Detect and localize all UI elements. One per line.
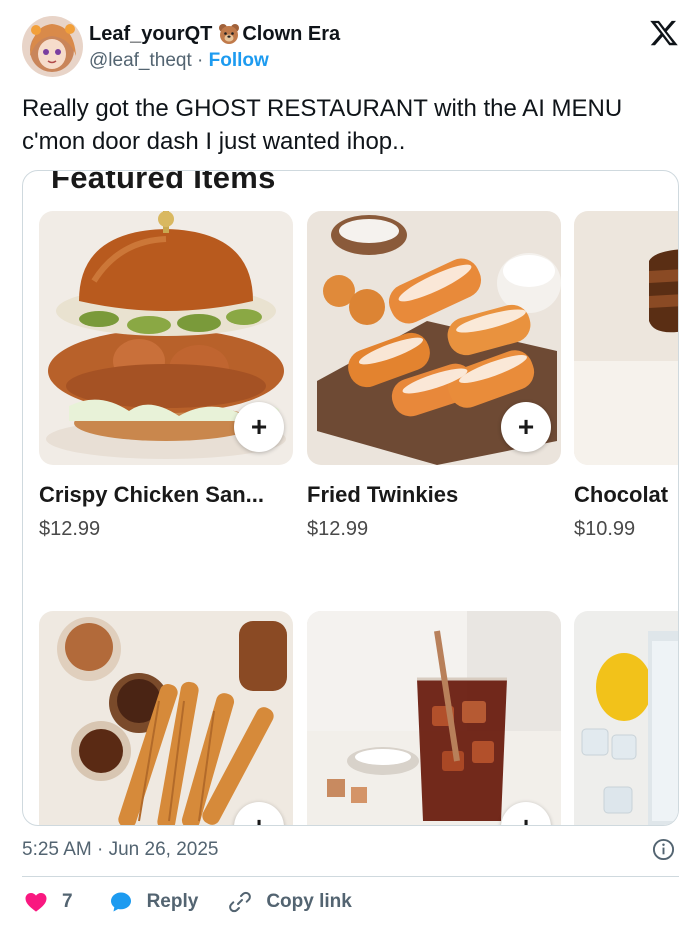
author-handle[interactable]: @leaf_theqt [89, 50, 192, 71]
author-name[interactable]: Leaf_yourQT ⁠Clown Era⁠ [89, 22, 340, 46]
speech-bubble-icon [110, 892, 131, 912]
avatar[interactable] [22, 16, 83, 77]
menu-item-price: $10.99 [574, 518, 636, 540]
post-header: Leaf_yourQT ⁠Clown Era⁠ @leaf_theqt · Fo… [22, 16, 682, 78]
menu-item-card[interactable]: + [39, 611, 293, 825]
menu-item-name: Chocolat [574, 482, 669, 507]
menu-item-card[interactable]: + Fried Twinkies $12.99 [307, 211, 561, 551]
menu-item-name: Fried Twinkies [307, 482, 459, 507]
like-button[interactable]: 7 [24, 890, 73, 914]
churros-image [39, 611, 293, 825]
x-logo-icon[interactable] [649, 18, 679, 48]
author-name-text[interactable]: Leaf_yourQT [89, 22, 212, 46]
divider [22, 876, 679, 877]
like-count: 7 [62, 891, 73, 912]
chocolate-cake-image [574, 211, 678, 465]
menu-item-card[interactable] [574, 611, 678, 825]
menu-item-price: $12.99 [39, 518, 101, 540]
menu-item-card[interactable]: + Crispy Chicken San... $12.99 [39, 211, 293, 551]
handle-separator: · [197, 50, 204, 71]
post-actions: 7 Reply Copy link [24, 889, 352, 915]
reply-label: Reply [146, 891, 199, 912]
post-text: Really got the GHOST RESTAURANT with the… [22, 95, 623, 155]
iced-cola-image [307, 611, 561, 825]
author-name-suffix: ⁠Clown Era⁠ [242, 23, 341, 45]
add-item-button[interactable]: + [501, 402, 551, 452]
info-icon[interactable] [652, 838, 675, 861]
post-media[interactable]: Featured Items + Crispy Chicken San... $… [22, 170, 679, 826]
featured-items-title: Featured Items [51, 170, 276, 195]
post-timestamp[interactable]: 5:25 AM · Jun 26, 2025 [22, 838, 218, 862]
menu-item-card[interactable]: Chocolat $10.99 [574, 211, 678, 551]
lemon-soda-image [574, 611, 678, 825]
follow-button[interactable]: Follow [209, 50, 269, 71]
bear-face-icon [218, 23, 240, 45]
add-item-button[interactable]: + [234, 402, 284, 452]
menu-item-name: Crispy Chicken San... [39, 482, 264, 507]
reply-button[interactable]: Reply [109, 890, 199, 914]
copy-link-button[interactable]: Copy link [228, 890, 352, 914]
link-icon [229, 891, 252, 913]
menu-item-card[interactable]: + [307, 611, 561, 825]
menu-item-price: $12.99 [307, 518, 369, 540]
copy-link-label: Copy link [266, 891, 352, 912]
heart-icon [25, 893, 47, 912]
